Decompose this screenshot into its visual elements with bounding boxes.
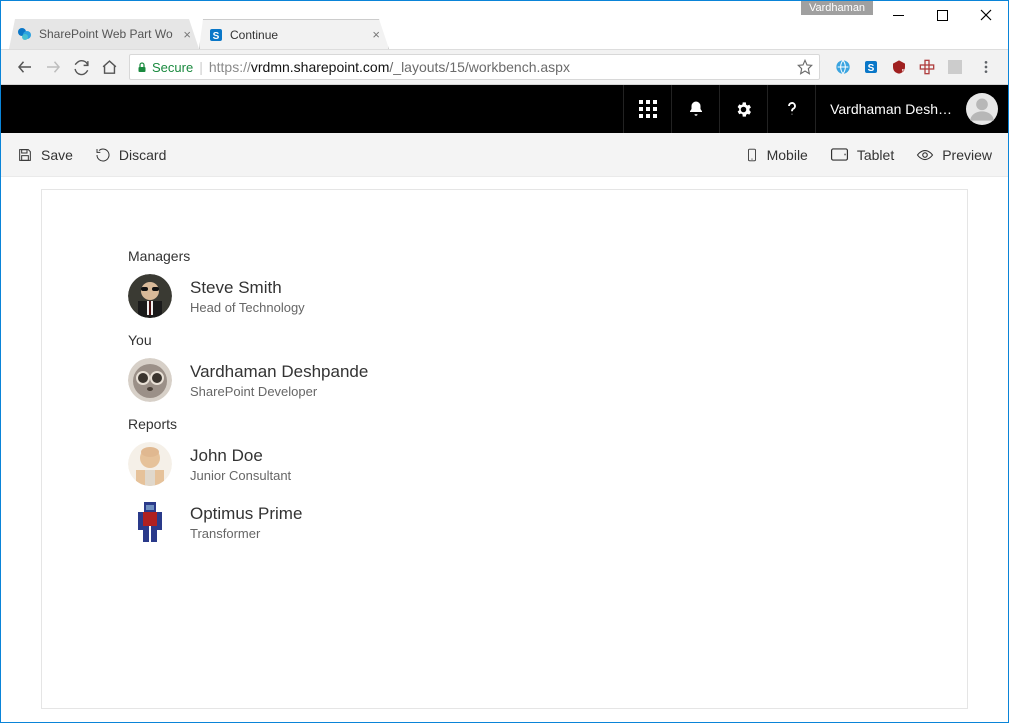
section-heading-you: You [128,332,881,348]
avatar-icon [128,274,172,318]
app-launcher-button[interactable] [623,85,671,133]
preview-button[interactable]: Preview [916,146,992,164]
url-scheme: https:// [209,59,251,75]
avatar-icon [128,500,172,544]
discard-button[interactable]: Discard [95,147,166,163]
person-role: SharePoint Developer [190,384,368,399]
notifications-button[interactable] [671,85,719,133]
section-heading-reports: Reports [128,416,881,432]
help-button[interactable] [767,85,815,133]
tab-close-icon[interactable]: × [372,27,380,42]
browser-menu-button[interactable] [972,53,1000,81]
settings-button[interactable] [719,85,767,133]
sharepoint-favicon-icon [17,26,33,42]
browser-tab-inactive[interactable]: SharePoint Web Part Wo × [9,19,199,49]
mobile-view-button[interactable]: Mobile [745,146,808,164]
extension-icon[interactable]: S [862,58,880,76]
person-card[interactable]: Optimus Prime Transformer [128,500,881,544]
back-button[interactable] [11,53,39,81]
discard-label: Discard [119,147,166,163]
suite-nav-bar: Vardhaman Desh… [1,85,1008,133]
tab-title: SharePoint Web Part Wo [39,27,179,41]
person-role: Head of Technology [190,300,305,315]
workbench-canvas: Managers Steve Smith Head of Technology … [41,189,968,709]
svg-text:S: S [213,31,220,42]
extension-icon[interactable] [918,58,936,76]
url-host: vrdmn.sharepoint.com [251,59,390,75]
secure-indicator: Secure [136,60,193,75]
url-path: /_layouts/15/workbench.aspx [389,59,570,75]
mobile-label: Mobile [767,147,808,163]
sharepoint-favicon-icon: S [208,27,224,43]
person-card[interactable]: Steve Smith Head of Technology [128,274,881,318]
tab-title: Continue [230,28,368,42]
person-role: Junior Consultant [190,468,291,483]
tablet-label: Tablet [857,147,894,163]
person-card[interactable]: John Doe Junior Consultant [128,442,881,486]
window-controls [876,1,1008,29]
window-maximize-button[interactable] [920,1,964,29]
window-close-button[interactable] [964,1,1008,29]
bookmark-star-icon[interactable] [797,59,813,75]
person-name: Steve Smith [190,278,305,298]
extension-icon[interactable] [834,58,852,76]
person-role: Transformer [190,526,302,541]
svg-text:5: 5 [902,70,906,75]
extension-icons: S 5 [826,58,972,76]
tab-close-icon[interactable]: × [183,27,191,42]
person-card[interactable]: Vardhaman Deshpande SharePoint Developer [128,358,881,402]
person-name: Optimus Prime [190,504,302,524]
browser-toolbar: Secure | https://vrdmn.sharepoint.com/_l… [1,49,1008,85]
window-owner-tag: Vardhaman [801,1,873,15]
secure-label: Secure [152,60,193,75]
browser-tab-active[interactable]: S Continue × [199,19,389,49]
reload-button[interactable] [67,53,95,81]
suite-user-name[interactable]: Vardhaman Desh… [815,85,956,133]
save-label: Save [41,147,73,163]
avatar-icon [128,358,172,402]
browser-tab-strip: SharePoint Web Part Wo × S Continue × [9,19,888,49]
extension-icon[interactable]: 5 [890,58,908,76]
forward-button[interactable] [39,53,67,81]
home-button[interactable] [95,53,123,81]
preview-label: Preview [942,147,992,163]
avatar-icon [128,442,172,486]
suite-user-avatar[interactable] [966,93,998,125]
svg-text:S: S [868,63,875,74]
workbench-canvas-wrapper: Managers Steve Smith Head of Technology … [1,177,1008,722]
tablet-view-button[interactable]: Tablet [830,146,894,164]
address-bar[interactable]: Secure | https://vrdmn.sharepoint.com/_l… [129,54,820,80]
save-button[interactable]: Save [17,147,73,163]
person-name: Vardhaman Deshpande [190,362,368,382]
workbench-command-bar: Save Discard Mobile Tablet Preview [1,133,1008,177]
section-heading-managers: Managers [128,248,881,264]
person-name: John Doe [190,446,291,466]
extension-icon[interactable] [946,58,964,76]
